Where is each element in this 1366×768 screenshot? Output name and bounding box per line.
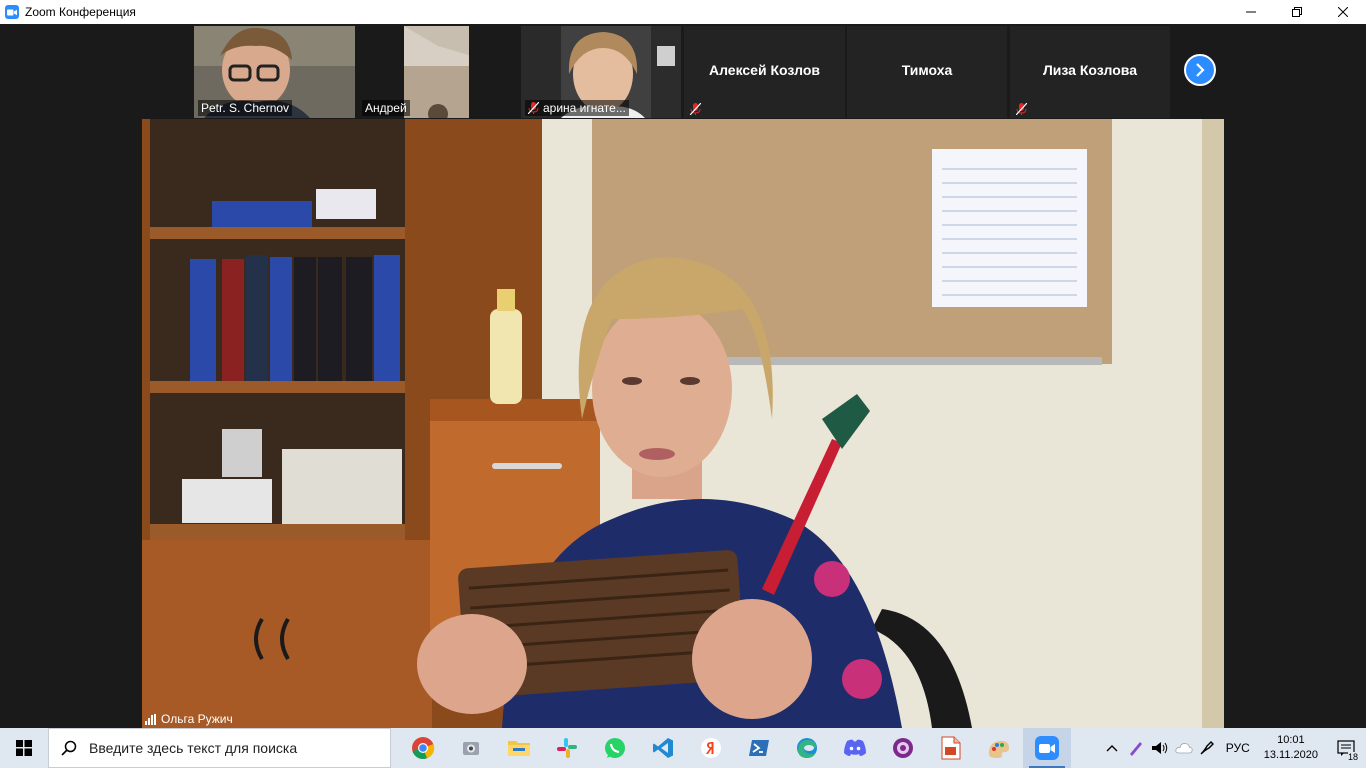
- clock-date: 13.11.2020: [1263, 749, 1318, 761]
- participant-name: Petr. S. Chernov: [198, 100, 293, 116]
- chevron-up-icon[interactable]: [1100, 728, 1124, 768]
- app-purple-icon[interactable]: [879, 728, 927, 768]
- active-speaker-video: Ольга Ружич: [142, 119, 1224, 728]
- edge-icon[interactable]: [783, 728, 831, 768]
- speaker-video-frame: [142, 119, 1224, 728]
- vscode-icon[interactable]: [639, 728, 687, 768]
- discord-icon[interactable]: [831, 728, 879, 768]
- window-titlebar: Zoom Конференция: [0, 0, 1366, 24]
- yandex-icon[interactable]: [687, 728, 735, 768]
- windows-taskbar: РУС 10:01 13.11.2020 18: [0, 728, 1366, 768]
- search-input[interactable]: [89, 740, 379, 756]
- search-icon: [49, 740, 89, 756]
- participant-name: Андрей: [362, 100, 410, 116]
- file-explorer-icon[interactable]: [495, 728, 543, 768]
- zoom-icon[interactable]: [1023, 728, 1071, 768]
- mic-muted-icon: [527, 101, 540, 115]
- paint-icon[interactable]: [975, 728, 1023, 768]
- next-page-button[interactable]: [1184, 54, 1216, 86]
- participant-tile[interactable]: Тимоха: [847, 26, 1007, 118]
- taskbar-search[interactable]: [48, 728, 391, 768]
- connection-signal-icon: [145, 713, 156, 725]
- language-indicator[interactable]: РУС: [1220, 741, 1256, 755]
- minimize-button[interactable]: [1228, 0, 1274, 24]
- participant-tile[interactable]: Лиза Козлова: [1010, 26, 1170, 118]
- pen-icon[interactable]: [1124, 728, 1148, 768]
- active-speaker-name: Ольга Ружич: [161, 712, 233, 726]
- windows-logo-icon: [16, 740, 32, 756]
- window-title: Zoom Конференция: [25, 5, 136, 19]
- notification-count: 18: [1347, 752, 1358, 762]
- ink-workspace-icon[interactable]: [1196, 728, 1220, 768]
- system-tray: РУС 10:01 13.11.2020 18: [1100, 728, 1366, 768]
- participant-name: Алексей Козлов: [708, 62, 821, 78]
- close-button[interactable]: [1320, 0, 1366, 24]
- zoom-app-icon: [5, 5, 19, 19]
- mic-muted-icon: [1015, 102, 1028, 116]
- onedrive-cloud-icon[interactable]: [1172, 728, 1196, 768]
- mic-muted-icon: [689, 102, 702, 116]
- notification-center-button[interactable]: 18: [1326, 728, 1366, 768]
- powershell-icon[interactable]: [735, 728, 783, 768]
- chevron-right-icon: [1196, 63, 1205, 77]
- clock-time: 10:01: [1277, 734, 1305, 746]
- participant-name: Тимоха: [901, 62, 953, 78]
- restore-button[interactable]: [1274, 0, 1320, 24]
- snipping-icon[interactable]: [447, 728, 495, 768]
- meeting-area: Petr. S. Chernov Андрей арина игнате... …: [0, 24, 1366, 728]
- chrome-icon[interactable]: [399, 728, 447, 768]
- document-icon[interactable]: [927, 728, 975, 768]
- clock[interactable]: 10:01 13.11.2020: [1256, 733, 1326, 763]
- participant-tile[interactable]: Андрей: [358, 26, 469, 118]
- participant-tile[interactable]: арина игнате...: [521, 26, 681, 118]
- participant-tile[interactable]: Petr. S. Chernov: [194, 26, 355, 118]
- volume-icon[interactable]: [1148, 728, 1172, 768]
- whatsapp-icon[interactable]: [591, 728, 639, 768]
- active-speaker-label: Ольга Ружич: [145, 712, 233, 726]
- participant-tile[interactable]: Алексей Козлов: [684, 26, 845, 118]
- start-button[interactable]: [0, 728, 48, 768]
- participant-name: арина игнате...: [525, 100, 629, 116]
- slack-icon[interactable]: [543, 728, 591, 768]
- participant-name: Лиза Козлова: [1042, 62, 1138, 78]
